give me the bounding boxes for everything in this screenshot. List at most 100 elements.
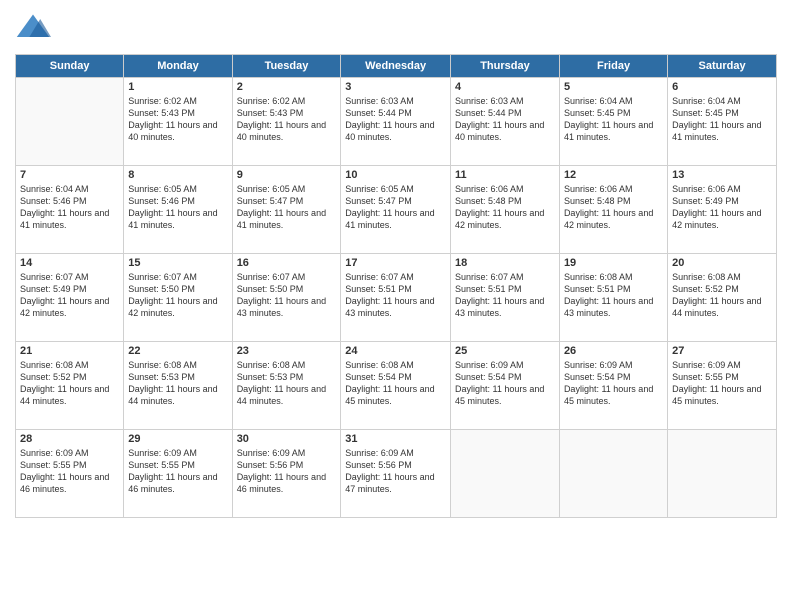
date-number: 14 xyxy=(20,257,119,269)
day-info: Sunrise: 6:09 AM Sunset: 5:56 PM Dayligh… xyxy=(345,447,446,496)
day-cell-2: 2Sunrise: 6:02 AM Sunset: 5:43 PM Daylig… xyxy=(232,78,341,166)
day-cell-8: 8 Sunrise: 6:05 AM Sunset: 5:46 PM Daylig… xyxy=(124,166,232,254)
date-number: 20 xyxy=(672,257,772,269)
day-cell-16: 16 Sunrise: 6:07 AM Sunset: 5:50 PM Dayli… xyxy=(232,254,341,342)
date-number: 28 xyxy=(20,433,119,445)
day-cell-7: 7 Sunrise: 6:04 AM Sunset: 5:46 PM Daylig… xyxy=(16,166,124,254)
day-cell-25: 25Sunrise: 6:09 AM Sunset: 5:54 PM Dayli… xyxy=(450,342,559,430)
day-cell-13: 13 Sunrise: 6:06 AM Sunset: 5:49 PM Dayli… xyxy=(668,166,777,254)
day-cell-20: 20 Sunrise: 6:08 AM Sunset: 5:52 PM Dayli… xyxy=(668,254,777,342)
day-info: Sunrise: 6:07 AM Sunset: 5:50 PM Dayligh… xyxy=(237,271,337,320)
day-cell-19: 19 Sunrise: 6:08 AM Sunset: 5:51 PM Dayli… xyxy=(559,254,667,342)
day-info: Sunrise: 6:09 AM Sunset: 5:54 PM Dayligh… xyxy=(455,359,555,408)
date-number: 11 xyxy=(455,169,555,181)
day-info: Sunrise: 6:07 AM Sunset: 5:51 PM Dayligh… xyxy=(345,271,446,320)
week-row-2: 14Sunrise: 6:07 AM Sunset: 5:49 PM Dayli… xyxy=(16,254,777,342)
day-cell-1: 1 Sunrise: 6:02 AM Sunset: 5:43 PM Daylig… xyxy=(124,78,232,166)
day-info: Sunrise: 6:08 AM Sunset: 5:52 PM Dayligh… xyxy=(20,359,119,408)
logo-icon xyxy=(15,10,51,46)
date-number: 29 xyxy=(128,433,227,445)
date-number: 8 xyxy=(128,169,227,181)
week-row-1: 7 Sunrise: 6:04 AM Sunset: 5:46 PM Daylig… xyxy=(16,166,777,254)
day-info: Sunrise: 6:04 AM Sunset: 5:45 PM Dayligh… xyxy=(564,95,663,144)
day-info: Sunrise: 6:08 AM Sunset: 5:53 PM Dayligh… xyxy=(128,359,227,408)
day-info: Sunrise: 6:06 AM Sunset: 5:48 PM Dayligh… xyxy=(455,183,555,232)
day-cell-31: 31 Sunrise: 6:09 AM Sunset: 5:56 PM Dayli… xyxy=(341,430,451,518)
date-number: 7 xyxy=(20,169,119,181)
date-number: 4 xyxy=(455,81,555,93)
day-info: Sunrise: 6:08 AM Sunset: 5:51 PM Dayligh… xyxy=(564,271,663,320)
day-info: Sunrise: 6:08 AM Sunset: 5:53 PM Dayligh… xyxy=(237,359,337,408)
day-info: Sunrise: 6:05 AM Sunset: 5:46 PM Dayligh… xyxy=(128,183,227,232)
day-cell-23: 23 Sunrise: 6:08 AM Sunset: 5:53 PM Dayli… xyxy=(232,342,341,430)
date-number: 9 xyxy=(237,169,337,181)
day-cell-26: 26 Sunrise: 6:09 AM Sunset: 5:54 PM Dayli… xyxy=(559,342,667,430)
day-info: Sunrise: 6:08 AM Sunset: 5:52 PM Dayligh… xyxy=(672,271,772,320)
date-number: 18 xyxy=(455,257,555,269)
day-header-sunday: Sunday xyxy=(16,55,124,78)
date-number: 12 xyxy=(564,169,663,181)
day-cell-10: 10 Sunrise: 6:05 AM Sunset: 5:47 PM Dayli… xyxy=(341,166,451,254)
date-number: 30 xyxy=(237,433,337,445)
day-header-friday: Friday xyxy=(559,55,667,78)
day-info: Sunrise: 6:03 AM Sunset: 5:44 PM Dayligh… xyxy=(345,95,446,144)
empty-cell xyxy=(450,430,559,518)
day-info: Sunrise: 6:05 AM Sunset: 5:47 PM Dayligh… xyxy=(237,183,337,232)
date-number: 19 xyxy=(564,257,663,269)
empty-cell xyxy=(16,78,124,166)
day-info: Sunrise: 6:05 AM Sunset: 5:47 PM Dayligh… xyxy=(345,183,446,232)
week-row-3: 21 Sunrise: 6:08 AM Sunset: 5:52 PM Dayli… xyxy=(16,342,777,430)
day-info: Sunrise: 6:09 AM Sunset: 5:54 PM Dayligh… xyxy=(564,359,663,408)
date-number: 1 xyxy=(128,81,227,93)
page-container: SundayMondayTuesdayWednesdayThursdayFrid… xyxy=(0,0,792,528)
day-info: Sunrise: 6:08 AM Sunset: 5:54 PM Dayligh… xyxy=(345,359,446,408)
day-cell-9: 9 Sunrise: 6:05 AM Sunset: 5:47 PM Daylig… xyxy=(232,166,341,254)
day-cell-14: 14Sunrise: 6:07 AM Sunset: 5:49 PM Dayli… xyxy=(16,254,124,342)
empty-cell xyxy=(668,430,777,518)
week-row-4: 28 Sunrise: 6:09 AM Sunset: 5:55 PM Dayli… xyxy=(16,430,777,518)
day-cell-4: 4 Sunrise: 6:03 AM Sunset: 5:44 PM Daylig… xyxy=(450,78,559,166)
day-cell-21: 21 Sunrise: 6:08 AM Sunset: 5:52 PM Dayli… xyxy=(16,342,124,430)
day-cell-11: 11 Sunrise: 6:06 AM Sunset: 5:48 PM Dayli… xyxy=(450,166,559,254)
day-info: Sunrise: 6:09 AM Sunset: 5:55 PM Dayligh… xyxy=(20,447,119,496)
day-cell-30: 30Sunrise: 6:09 AM Sunset: 5:56 PM Dayli… xyxy=(232,430,341,518)
date-number: 21 xyxy=(20,345,119,357)
date-number: 17 xyxy=(345,257,446,269)
day-header-row: SundayMondayTuesdayWednesdayThursdayFrid… xyxy=(16,55,777,78)
day-cell-17: 17 Sunrise: 6:07 AM Sunset: 5:51 PM Dayli… xyxy=(341,254,451,342)
day-info: Sunrise: 6:06 AM Sunset: 5:48 PM Dayligh… xyxy=(564,183,663,232)
date-number: 26 xyxy=(564,345,663,357)
date-number: 2 xyxy=(237,81,337,93)
date-number: 15 xyxy=(128,257,227,269)
day-header-wednesday: Wednesday xyxy=(341,55,451,78)
day-info: Sunrise: 6:07 AM Sunset: 5:51 PM Dayligh… xyxy=(455,271,555,320)
week-row-0: 1 Sunrise: 6:02 AM Sunset: 5:43 PM Daylig… xyxy=(16,78,777,166)
date-number: 3 xyxy=(345,81,446,93)
day-cell-28: 28 Sunrise: 6:09 AM Sunset: 5:55 PM Dayli… xyxy=(16,430,124,518)
day-cell-24: 24Sunrise: 6:08 AM Sunset: 5:54 PM Dayli… xyxy=(341,342,451,430)
date-number: 16 xyxy=(237,257,337,269)
calendar-table: SundayMondayTuesdayWednesdayThursdayFrid… xyxy=(15,54,777,518)
date-number: 5 xyxy=(564,81,663,93)
day-header-monday: Monday xyxy=(124,55,232,78)
day-info: Sunrise: 6:02 AM Sunset: 5:43 PM Dayligh… xyxy=(128,95,227,144)
day-info: Sunrise: 6:04 AM Sunset: 5:46 PM Dayligh… xyxy=(20,183,119,232)
date-number: 31 xyxy=(345,433,446,445)
date-number: 22 xyxy=(128,345,227,357)
day-cell-22: 22 Sunrise: 6:08 AM Sunset: 5:53 PM Dayli… xyxy=(124,342,232,430)
day-cell-5: 5 Sunrise: 6:04 AM Sunset: 5:45 PM Daylig… xyxy=(559,78,667,166)
day-header-tuesday: Tuesday xyxy=(232,55,341,78)
day-info: Sunrise: 6:07 AM Sunset: 5:50 PM Dayligh… xyxy=(128,271,227,320)
empty-cell xyxy=(559,430,667,518)
day-info: Sunrise: 6:09 AM Sunset: 5:55 PM Dayligh… xyxy=(672,359,772,408)
date-number: 13 xyxy=(672,169,772,181)
day-cell-6: 6Sunrise: 6:04 AM Sunset: 5:45 PM Daylig… xyxy=(668,78,777,166)
header xyxy=(15,10,777,46)
day-info: Sunrise: 6:03 AM Sunset: 5:44 PM Dayligh… xyxy=(455,95,555,144)
date-number: 10 xyxy=(345,169,446,181)
date-number: 27 xyxy=(672,345,772,357)
day-cell-15: 15 Sunrise: 6:07 AM Sunset: 5:50 PM Dayli… xyxy=(124,254,232,342)
date-number: 23 xyxy=(237,345,337,357)
day-info: Sunrise: 6:06 AM Sunset: 5:49 PM Dayligh… xyxy=(672,183,772,232)
day-info: Sunrise: 6:09 AM Sunset: 5:55 PM Dayligh… xyxy=(128,447,227,496)
